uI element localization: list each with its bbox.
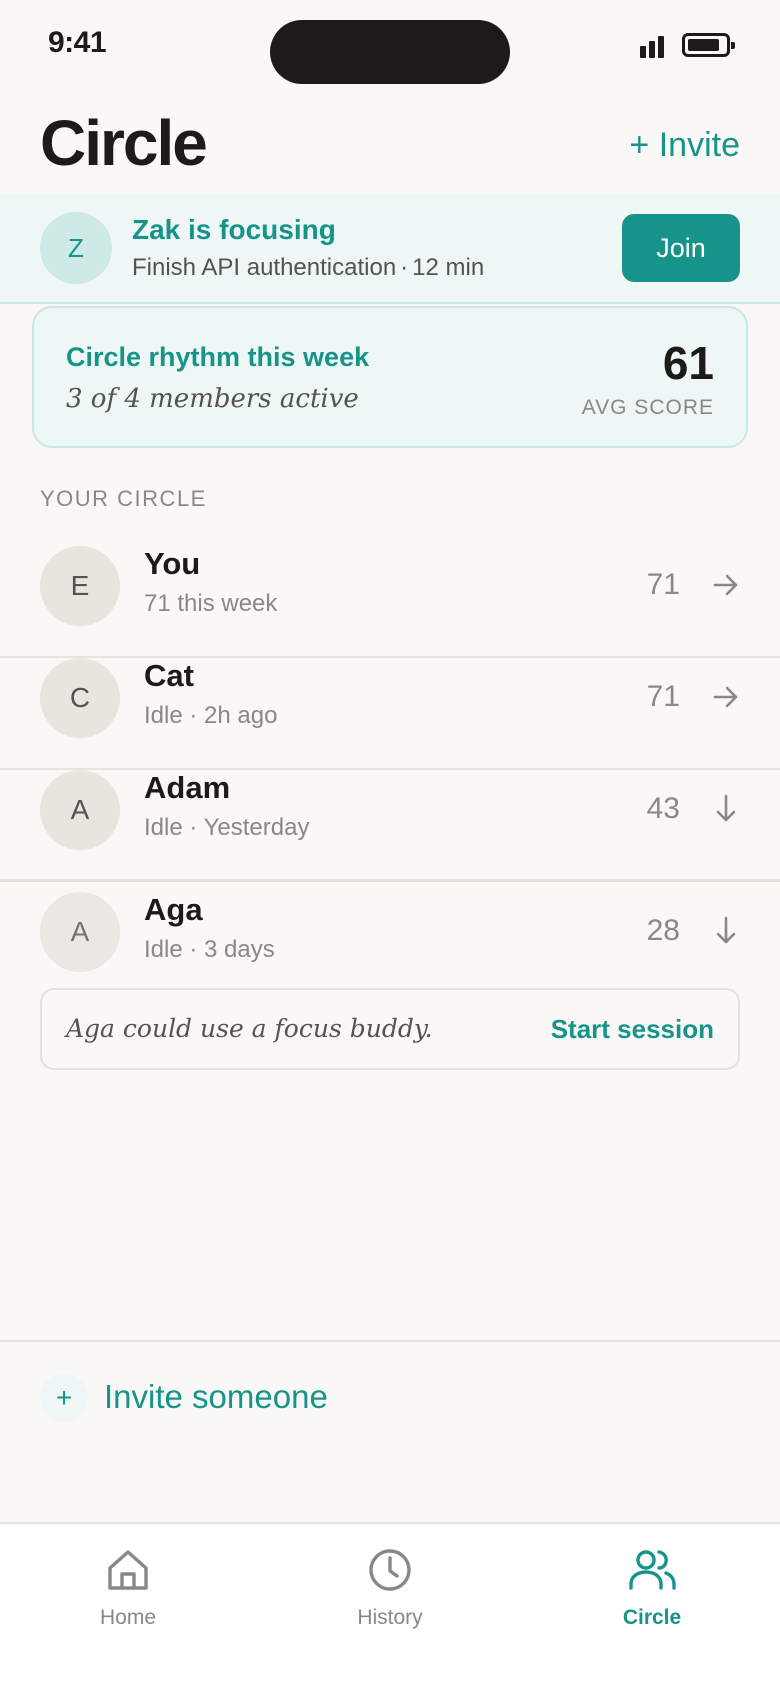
- rhythm-card: Circle rhythm this week 3 of 4 members a…: [32, 306, 748, 448]
- member-row-you[interactable]: E You 71 this week 71: [0, 546, 780, 658]
- separator: ·: [400, 254, 409, 281]
- join-button[interactable]: Join: [622, 214, 740, 282]
- member-row-adam[interactable]: A Adam Idle · Yesterday 43: [0, 770, 780, 882]
- member-score: 28: [646, 914, 680, 947]
- focus-duration: 12 min: [412, 254, 485, 281]
- clock-icon: [366, 1546, 414, 1594]
- invite-someone-label: Invite someone: [104, 1378, 328, 1415]
- member-status: 71 this week: [144, 590, 278, 617]
- focus-task: Finish API authentication: [132, 254, 397, 281]
- tab-history[interactable]: History: [320, 1546, 460, 1646]
- member-status: Idle · Yesterday: [144, 814, 310, 841]
- avatar: Z: [40, 212, 112, 284]
- rhythm-subtitle: 3 of 4 members active: [66, 384, 359, 414]
- page-title: Circle: [40, 107, 208, 179]
- signal-icon: [640, 36, 666, 58]
- invite-someone-button[interactable]: + Invite someone: [40, 1374, 540, 1424]
- member-name: You: [144, 546, 201, 581]
- member-score: 43: [646, 792, 680, 825]
- tab-circle[interactable]: Circle: [582, 1546, 722, 1646]
- home-icon: [104, 1546, 152, 1594]
- avatar: E: [40, 546, 120, 626]
- tab-label: Home: [99, 1606, 157, 1629]
- status-bar: 9:41: [0, 0, 780, 100]
- avg-score-value: 61: [662, 337, 714, 389]
- avatar: C: [40, 658, 120, 738]
- status-time: 9:41: [48, 26, 107, 59]
- tab-label: History: [357, 1606, 423, 1629]
- buddy-prompt-text: Aga could use a focus buddy.: [66, 1014, 433, 1043]
- member-name: Adam: [144, 770, 231, 805]
- avg-score-label: AVG SCORE: [581, 396, 714, 419]
- member-status: Idle · 2h ago: [144, 702, 278, 729]
- divider: [0, 1340, 780, 1342]
- focus-subtitle: Finish API authentication · 12 min: [132, 254, 484, 282]
- people-icon: [628, 1546, 676, 1594]
- tab-bar: Home History Circle: [0, 1522, 780, 1688]
- plus-icon: +: [40, 1374, 88, 1422]
- section-label: YOUR CIRCLE: [40, 486, 207, 511]
- focus-buddy-prompt: Aga could use a focus buddy. Start sessi…: [40, 988, 740, 1070]
- focus-title: Zak is focusing: [132, 214, 336, 245]
- avatar: A: [40, 770, 120, 850]
- tab-home[interactable]: Home: [58, 1546, 198, 1646]
- avatar: A: [40, 892, 120, 972]
- member-score: 71: [646, 568, 680, 601]
- arrow-right-icon[interactable]: [712, 568, 740, 602]
- focus-banner: Z Zak is focusing Finish API authenticat…: [0, 194, 780, 304]
- member-score: 71: [646, 680, 680, 713]
- battery-icon: [682, 33, 735, 57]
- member-row-cat[interactable]: C Cat Idle · 2h ago 71: [0, 658, 780, 770]
- tab-label: Circle: [622, 1606, 682, 1629]
- arrow-right-icon[interactable]: [712, 680, 740, 714]
- rhythm-title: Circle rhythm this week: [66, 342, 370, 372]
- member-name: Aga: [144, 892, 203, 927]
- arrow-down-icon[interactable]: [712, 914, 740, 948]
- dynamic-island: [270, 20, 510, 84]
- member-status: Idle · 3 days: [144, 936, 275, 963]
- invite-button[interactable]: + Invite: [629, 126, 740, 165]
- arrow-down-icon[interactable]: [712, 792, 740, 826]
- start-session-button[interactable]: Start session: [551, 1014, 714, 1045]
- member-name: Cat: [144, 658, 194, 693]
